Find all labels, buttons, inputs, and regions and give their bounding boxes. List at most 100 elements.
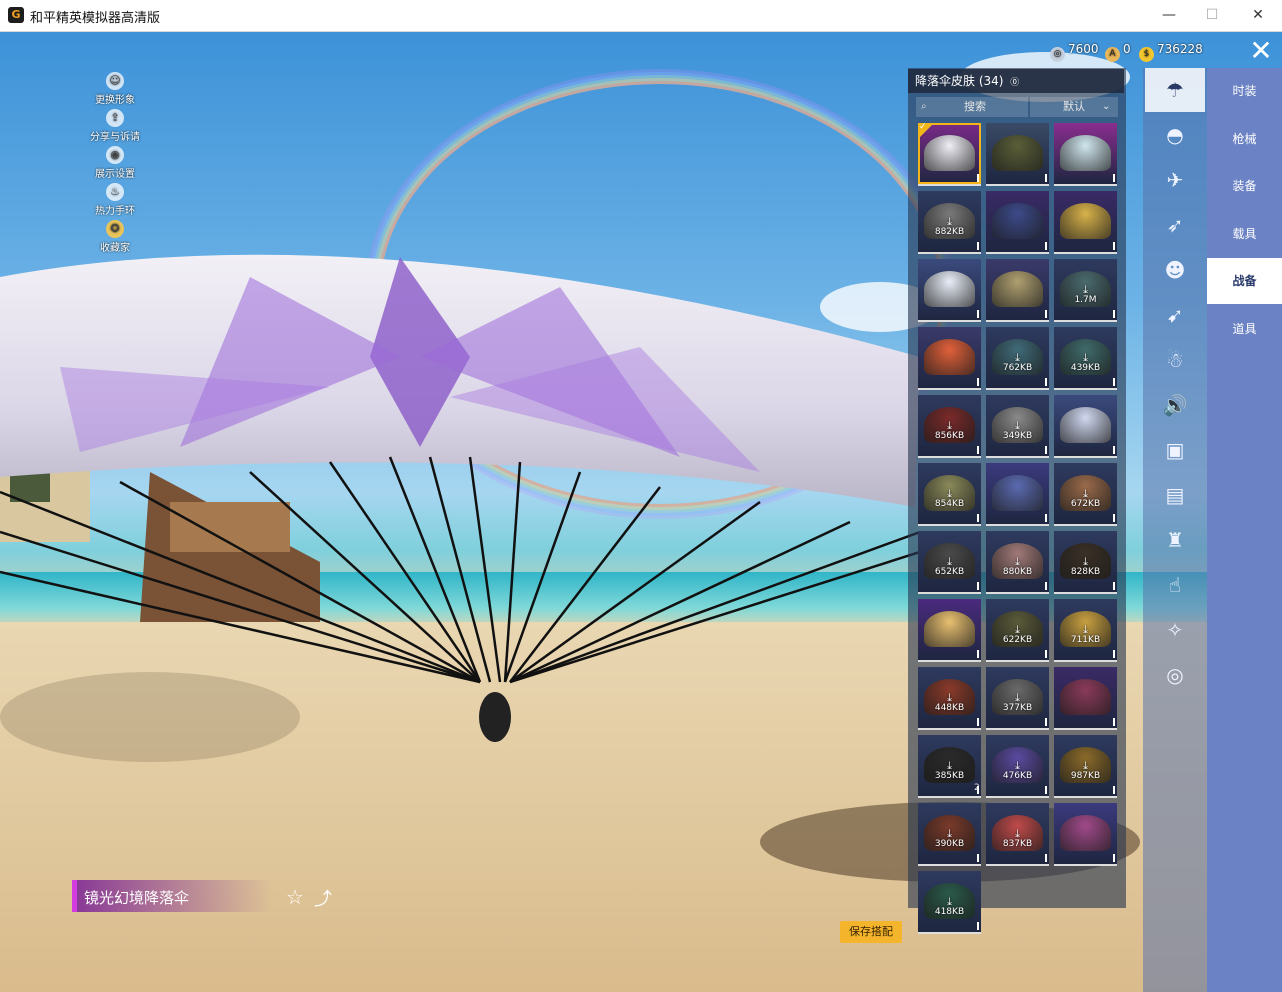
- help-icon[interactable]: ⓪: [1010, 78, 1019, 88]
- skin-tile[interactable]: ⤓ 854KB: [918, 463, 981, 526]
- download-icon: ⤓: [1083, 623, 1088, 636]
- download-size: 762KB: [1002, 363, 1033, 373]
- skin-tile[interactable]: [918, 327, 981, 390]
- save-outfit-button[interactable]: 保存搭配: [840, 921, 902, 943]
- skin-tile[interactable]: ⤓ 880KB: [986, 531, 1049, 594]
- tile-indicator: [1113, 310, 1115, 318]
- heat-bracelet-button[interactable]: ♨ 热力手环: [60, 183, 170, 217]
- download-icon: ⤓: [947, 691, 952, 704]
- tab-2[interactable]: 装备: [1207, 163, 1282, 209]
- skin-tile[interactable]: ⤓ 837KB: [986, 803, 1049, 866]
- tap-icon[interactable]: ☝: [1145, 563, 1205, 607]
- minimize-button[interactable]: —: [1147, 4, 1191, 26]
- tab-5[interactable]: 道具: [1207, 306, 1282, 352]
- backpack-skin-icon[interactable]: ◓: [1145, 113, 1205, 157]
- skin-tile[interactable]: ✓: [918, 123, 981, 186]
- tile-indicator: [1045, 718, 1047, 726]
- skin-tile[interactable]: ⤓ 439KB: [1054, 327, 1117, 390]
- parachute-thumbnail: [924, 339, 975, 375]
- tab-0[interactable]: 时装: [1207, 68, 1282, 114]
- skin-tile[interactable]: ⤓ 652KB: [918, 531, 981, 594]
- skin-tile[interactable]: ⤓ 711KB: [1054, 599, 1117, 662]
- skin-tile[interactable]: [986, 123, 1049, 186]
- magic-wand-icon[interactable]: ✧: [1145, 608, 1205, 652]
- skin-tile[interactable]: ⤓ 349KB: [986, 395, 1049, 458]
- download-icon: ⤓: [1015, 419, 1020, 432]
- extinguisher-icon[interactable]: ♜: [1145, 518, 1205, 562]
- skin-tile[interactable]: ⤓ 828KB: [1054, 531, 1117, 594]
- share-appeal-button[interactable]: ⇪ 分享与诉请: [60, 109, 170, 143]
- tab-4[interactable]: 战备: [1207, 258, 1282, 304]
- share-icon[interactable]: ⤴: [314, 885, 332, 911]
- sort-value: 默认: [1063, 100, 1085, 113]
- share-appeal-label: 分享与诉请: [90, 132, 140, 143]
- download-badge: ⤓ 837KB: [986, 828, 1049, 849]
- skin-tile[interactable]: [1054, 667, 1117, 730]
- window-close-button[interactable]: ✕: [1236, 4, 1280, 26]
- download-size: 880KB: [1002, 567, 1033, 577]
- skin-tile[interactable]: ⤓ 390KB: [918, 803, 981, 866]
- skin-tile[interactable]: [986, 191, 1049, 254]
- sound-icon[interactable]: 🔊: [1145, 383, 1205, 427]
- search-icon: ⌕: [921, 101, 927, 112]
- skin-tile[interactable]: [986, 259, 1049, 322]
- favorite-star-icon[interactable]: ☆: [286, 885, 304, 909]
- ufo-icon[interactable]: ◎: [1145, 653, 1205, 697]
- skin-tile[interactable]: ⤓ 672KB: [1054, 463, 1117, 526]
- skin-tile[interactable]: ⤓385KB2: [918, 735, 981, 798]
- download-size: 385KB: [934, 771, 965, 781]
- download-badge: ⤓ 880KB: [986, 556, 1049, 577]
- glider-icon[interactable]: ➶: [1145, 203, 1205, 247]
- badge-icon[interactable]: ▣: [1145, 428, 1205, 472]
- chevron-down-icon: ⌄: [1102, 101, 1111, 112]
- tab-3[interactable]: 载具: [1207, 211, 1282, 257]
- skin-tile[interactable]: [1054, 395, 1117, 458]
- display-settings-button[interactable]: ◉ 展示设置: [60, 146, 170, 180]
- skin-tile[interactable]: ⤓ 856KB: [918, 395, 981, 458]
- skin-tile[interactable]: ⤓ 418KB: [918, 871, 981, 934]
- skin-tile[interactable]: [918, 599, 981, 662]
- gold-currency: $736228: [1139, 40, 1203, 62]
- skin-tile[interactable]: ⤓ 1.7M: [1054, 259, 1117, 322]
- collector-button[interactable]: ✪ 收藏家: [60, 220, 170, 254]
- gallery-icon[interactable]: ▤: [1145, 473, 1205, 517]
- skin-tile[interactable]: [1054, 123, 1117, 186]
- tile-indicator: [1045, 786, 1047, 794]
- parachute-icon[interactable]: ☂: [1145, 68, 1205, 112]
- pet-icon[interactable]: ☃: [1145, 338, 1205, 382]
- download-badge: ⤓ 377KB: [986, 692, 1049, 713]
- skin-search-input[interactable]: ⌕ 搜索: [916, 97, 1028, 117]
- emote-icon[interactable]: ☻: [1145, 248, 1205, 292]
- skin-tile[interactable]: ⤓ 762KB: [986, 327, 1049, 390]
- skin-tile[interactable]: [918, 259, 981, 322]
- download-icon: ⤓: [947, 215, 952, 228]
- download-badge: ⤓ 987KB: [1054, 760, 1117, 781]
- plane-skin-icon[interactable]: ✈: [1145, 158, 1205, 202]
- tile-indicator: [977, 718, 979, 726]
- skin-tile[interactable]: [1054, 803, 1117, 866]
- tile-indicator: [977, 582, 979, 590]
- skin-tile[interactable]: [1054, 191, 1117, 254]
- download-badge: ⤓ 1.7M: [1054, 284, 1117, 305]
- jet-icon[interactable]: ➹: [1145, 293, 1205, 337]
- maximize-button[interactable]: ☐: [1190, 4, 1234, 26]
- gold-amount: 736228: [1157, 42, 1203, 56]
- parachute-thumbnail: [992, 135, 1043, 171]
- equipped-check-icon: ✓: [918, 123, 934, 139]
- close-icon[interactable]: ✕: [1246, 36, 1276, 66]
- download-icon: ⤓: [947, 759, 952, 772]
- skin-tile[interactable]: ⤓ 622KB: [986, 599, 1049, 662]
- download-size: 652KB: [934, 567, 965, 577]
- parachute-thumbnail: [1060, 203, 1111, 239]
- skin-tile[interactable]: ⤓ 377KB: [986, 667, 1049, 730]
- sort-dropdown[interactable]: 默认 ⌄: [1030, 97, 1118, 117]
- skin-tile[interactable]: ⤓ 882KB: [918, 191, 981, 254]
- change-avatar-button[interactable]: ☺ 更换形象: [60, 72, 170, 106]
- tile-indicator: [977, 310, 979, 318]
- skin-tile[interactable]: ⤓ 476KB: [986, 735, 1049, 798]
- skin-tile[interactable]: ⤓ 448KB: [918, 667, 981, 730]
- skin-tile[interactable]: [986, 463, 1049, 526]
- skin-tile[interactable]: ⤓ 987KB: [1054, 735, 1117, 798]
- tile-indicator: [977, 174, 979, 182]
- tab-1[interactable]: 枪械: [1207, 116, 1282, 162]
